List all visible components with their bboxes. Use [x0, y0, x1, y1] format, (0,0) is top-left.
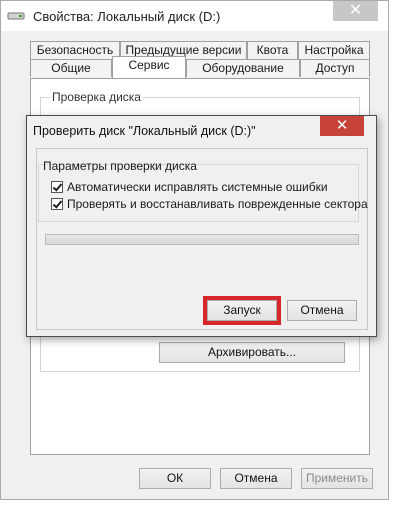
tab-access[interactable]: Доступ: [300, 59, 370, 77]
disk-check-group-label: Проверка диска: [50, 90, 143, 104]
recover-sectors-label: Проверять и восстанавливать поврежденные…: [67, 197, 368, 211]
close-icon: ✕: [335, 117, 349, 134]
tab-service[interactable]: Сервис: [112, 56, 186, 78]
dialog-cancel-button[interactable]: Отмена: [287, 300, 357, 321]
tab-settings[interactable]: Настройка: [298, 41, 370, 59]
tab-hardware[interactable]: Оборудование: [186, 59, 300, 77]
recover-sectors-checkbox[interactable]: [51, 198, 63, 210]
apply-button[interactable]: Применить: [301, 468, 373, 489]
dialog-title: Проверить диск "Локальный диск (D:)": [33, 124, 256, 138]
drive-icon: [7, 12, 25, 20]
auto-fix-label: Автоматически исправлять системные ошибк…: [67, 180, 328, 194]
check-disk-dialog: Проверить диск "Локальный диск (D:)" ✕ П…: [26, 115, 377, 337]
ok-button[interactable]: ОК: [139, 468, 211, 489]
check-options-label: Параметры проверки диска: [43, 159, 197, 173]
check-progress-bar: [45, 234, 359, 245]
archive-button[interactable]: Архивировать...: [159, 342, 345, 363]
cancel-button[interactable]: Отмена: [220, 468, 292, 489]
recover-sectors-option[interactable]: Проверять и восстанавливать поврежденные…: [51, 197, 368, 211]
dialog-close-button[interactable]: ✕: [320, 116, 364, 136]
start-button-highlight: [203, 296, 281, 325]
tab-quota[interactable]: Квота: [247, 41, 298, 59]
window-title: Свойства: Локальный диск (D:): [33, 9, 221, 24]
tab-general[interactable]: Общие: [30, 59, 112, 77]
window-close-button[interactable]: ✕: [333, 1, 378, 21]
auto-fix-checkbox[interactable]: [51, 181, 63, 193]
auto-fix-option[interactable]: Автоматически исправлять системные ошибк…: [51, 180, 328, 194]
tab-security[interactable]: Безопасность: [30, 41, 120, 59]
window-titlebar: Свойства: Локальный диск (D:): [1, 1, 388, 31]
close-icon: ✕: [348, 2, 363, 19]
